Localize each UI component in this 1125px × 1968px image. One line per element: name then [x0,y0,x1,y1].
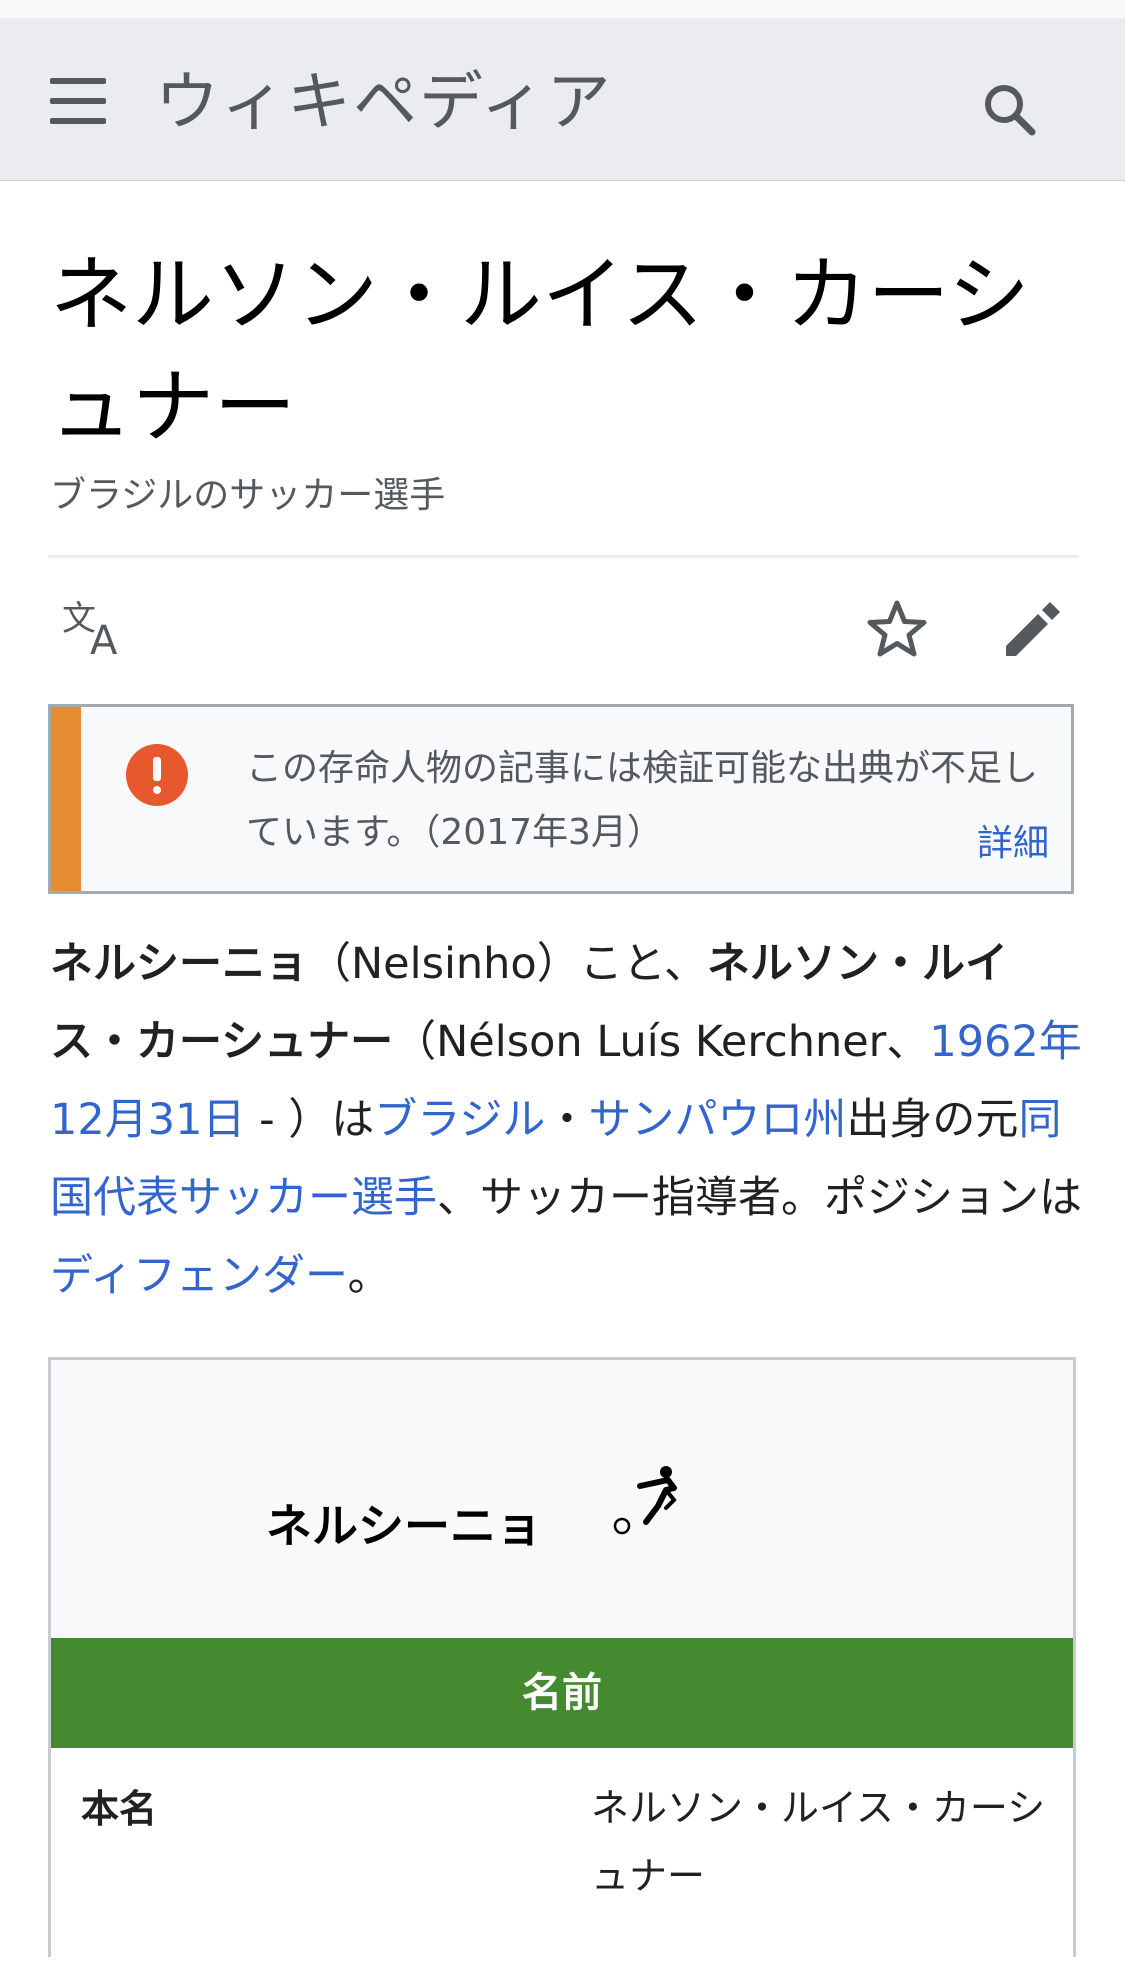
lead-paragraph: ネルシーニョ（Nelsinho）こと、ネルソン・ルイス・カーシュナー（Nélso… [50,925,1085,1315]
link-soccer-player[interactable]: サッカー選手 [179,1173,437,1223]
lead-text: 、サッカー指導者。ポジションは [437,1173,1082,1223]
lead-bold-name: ネルシーニョ [50,939,308,989]
infobox-section-header: 名前 [51,1638,1073,1748]
divider [48,555,1078,558]
notice-accent-bar [51,707,81,891]
lead-text: 。 [347,1251,391,1301]
alert-icon [126,744,188,806]
link-defender[interactable]: ディフェンダー [50,1251,348,1301]
infobox-row-label: 本名 [81,1787,158,1831]
search-icon[interactable] [980,80,1040,140]
link-sao-paulo[interactable]: サンパウロ州 [588,1095,846,1145]
edit-pencil-icon[interactable] [998,598,1062,662]
lead-text: （Nelsinho）こと、 [308,939,708,989]
lead-text: （Nélson Luís Kerchner、 [393,1017,930,1067]
infobox-row-value: ネルソン・ルイス・カーシュナー [591,1786,1046,1898]
lead-text: 出身の元 [846,1095,1019,1145]
infobox-title: ネルシーニョ [266,1499,542,1553]
lead-text: - ）は [245,1095,375,1145]
page-title: ネルソン・ルイス・カーシュナー [50,248,1030,455]
watch-star-icon[interactable] [865,598,929,662]
wikipedia-wordmark[interactable]: ウィキペディア [155,63,613,143]
link-brazil[interactable]: ブラジル [374,1095,545,1145]
soccer-player-icon [606,1460,706,1540]
notice-details-link[interactable]: 詳細 [977,814,1049,866]
notice-text: この存命人物の記事には検証可能な出典が不足しています。（2017年3月） [246,748,1039,853]
page-description: ブラジルのサッカー選手 [50,475,446,516]
lead-text: ・ [545,1095,589,1145]
svg-text:A: A [90,618,118,660]
infobox: ネルシーニョ 名前 本名 ネルソン・ルイス・カーシュナー [48,1357,1076,1968]
language-icon[interactable]: 文 A [60,596,132,664]
app-header: ウィキペディア [0,18,1125,181]
issue-notice: この存命人物の記事には検証可能な出典が不足しています。（2017年3月） 詳細 [48,704,1074,894]
menu-icon[interactable] [50,78,106,126]
infobox-row: 本名 ネルソン・ルイス・カーシュナー [51,1748,1073,1968]
status-strip [0,0,1125,19]
